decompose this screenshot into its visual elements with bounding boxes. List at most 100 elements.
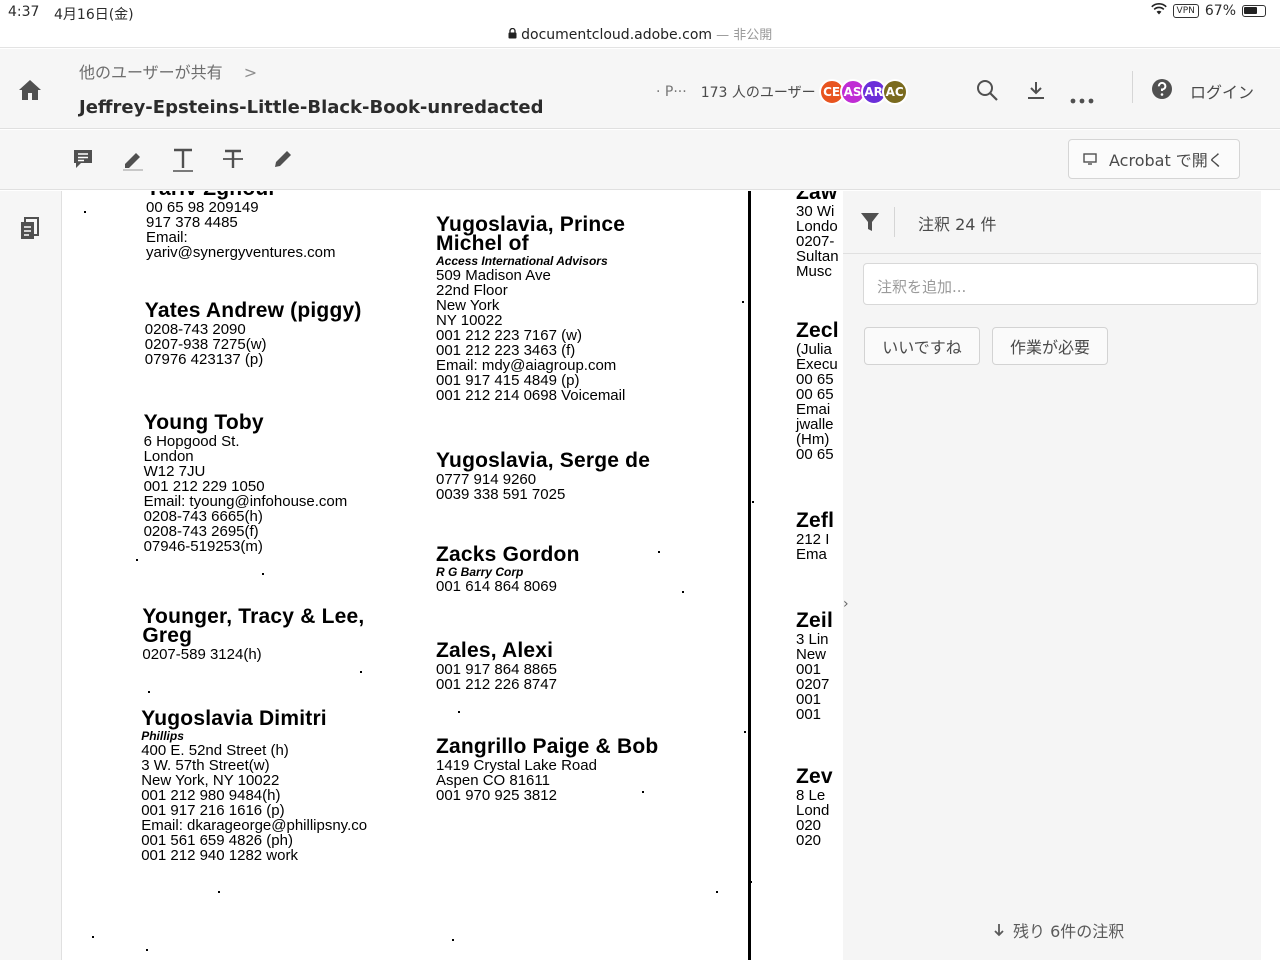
shared-users[interactable]: · P··· 173 人のユーザー CE AS AR AC [656,79,908,105]
contact-detail: 1419 Crystal Lake Road [436,757,597,774]
contact-name: Yariv Zghoul [146,191,335,199]
status-right: VPN 67% [1150,3,1266,19]
home-icon[interactable] [18,79,42,101]
contact-detail: 001 212 980 9484(h) [141,787,281,804]
contact-name: Zev [796,765,833,788]
open-in-acrobat-button[interactable]: Acrobat で開く [1068,139,1240,179]
contact-detail: 6 Hopgood St. [143,433,240,450]
scan-speck [218,891,220,893]
strikethrough-icon[interactable] [222,148,246,172]
contact-detail: 07976 423137 (p) [144,351,264,368]
url-text: documentcloud.adobe.com [521,27,713,43]
scan-speck [742,301,744,303]
contact-detail: 0039 338 591 7025 [436,486,566,503]
scan-speck [360,671,362,673]
avatar-ac[interactable]: AC [881,79,908,105]
scan-speck [92,936,94,938]
contact-detail: Execu [796,356,838,373]
remaining-comments[interactable]: 残り 6件の注釈 [993,918,1124,942]
add-comment-input[interactable]: 注釈を追加... [863,263,1258,305]
contact-detail: New York [436,297,500,314]
contact-name: Yugoslavia, Serge de [436,449,651,472]
collapse-panel-chevron[interactable]: › [843,596,849,612]
login-button[interactable]: ログイン [1190,79,1254,103]
contact-detail: Email: tyoung@infohouse.com [143,493,348,510]
battery-fill [1244,7,1257,14]
contact-detail: 3 Lin [796,631,829,648]
download-icon[interactable] [1025,81,1047,105]
scan-speck [682,591,684,593]
contact-detail: 001 917 415 4849 (p) [436,372,580,389]
header-divider [1132,71,1133,103]
contact-name: Yugoslavia, Prince Michel of [436,213,626,255]
contact-detail: Email: dkarageorge@phillipsny.co [141,817,368,834]
annotation-toolbar: Acrobat で開く [0,130,1280,190]
panel-divider [894,207,895,237]
contact-detail: 0207- [796,233,835,250]
breadcrumb-shared[interactable]: 他のユーザーが共有 [79,63,223,82]
action-required-chip[interactable]: 作業が必要 [992,327,1108,365]
contact-detail: New York, NY 10022 [141,772,280,789]
contact-name: Zales, Alexi [436,639,554,662]
status-date: 4月16日(金) [54,7,134,23]
battery-percent: 67% [1204,3,1236,19]
breadcrumb[interactable]: 他のユーザーが共有 > [79,59,257,83]
contact-detail: yariv@synergyventures.com [146,244,336,261]
contact-entry: Zeil 3 Lin New 001 0207 001 001 [796,610,833,723]
contact-name: Yugoslavia Dimitri [141,707,327,730]
contact-detail: 0207 [796,676,830,693]
contact-detail: 30 Wi [796,203,835,220]
contact-entry: Yugoslavia, Serge de 0777 914 9260 0039 33… [436,449,651,503]
contact-detail: 001 212 940 1282 work [141,847,298,864]
contact-detail: 00 65 [796,371,834,388]
contact-detail: 001 [796,691,822,708]
contact-detail: Email: mdy@aiagroup.com [436,357,617,374]
contact-detail: 020 [796,832,822,849]
avatar-group[interactable]: CE AS AR AC [818,79,908,105]
contact-detail: Email: [146,229,188,246]
contact-entry: Zales, Alexi 001 917 864 8865 001 212 226 … [436,639,557,692]
page-thumbnails-icon[interactable] [20,217,40,245]
contact-detail: 212 I [796,531,830,548]
highlight-icon[interactable] [121,148,145,172]
remaining-comments-label: 残り 6件の注釈 [1013,922,1125,941]
contact-detail: (Hm) [796,431,830,448]
wifi-icon [1150,3,1167,19]
contact-detail: 509 Madison Ave [436,267,551,284]
contact-detail: 001 [796,706,822,723]
scan-speck [146,949,148,951]
scan-speck [752,501,754,503]
scan-speck [642,791,644,793]
scan-speck [452,939,454,941]
add-text-icon[interactable] [172,148,196,172]
search-icon[interactable] [975,78,999,106]
contact-entry: Zefl 212 I Ema [796,509,835,563]
app-header: 他のユーザーが共有 > Jeffrey-Epsteins-Little-Blac… [0,49,1280,129]
contact-detail: Aspen CO 81611 [436,772,550,789]
comment-icon[interactable] [72,148,96,172]
contact-detail: 07946-519253(m) [143,538,263,555]
contact-detail: Lond [796,802,830,819]
scan-speck [658,551,660,553]
comments-panel: 注釈 24 件 注釈を追加... いいですね 作業が必要 › 残り 6件の注釈 [843,191,1261,960]
contact-detail: W12 7JU [143,463,206,480]
scan-speck [458,711,460,713]
help-icon[interactable] [1151,78,1173,104]
panel-separator [843,253,1261,254]
contact-detail: 001 212 229 1050 [143,478,265,495]
contact-name: Zecl [796,319,839,342]
more-icon[interactable] [1070,89,1094,108]
address-bar[interactable]: documentcloud.adobe.com — 非公開 [0,24,1280,43]
filter-icon[interactable] [860,211,880,237]
url-privacy: — 非公開 [712,28,773,43]
contact-name: Zangrillo Paige & Bob [436,735,659,758]
contact-detail: Ema [796,546,827,563]
battery-icon [1242,5,1266,17]
contact-detail: Sultan [796,248,839,265]
draw-pencil-icon[interactable] [272,148,296,172]
like-chip[interactable]: いいですね [864,327,980,365]
contact-detail: 00 65 [796,386,834,403]
scan-speck [716,891,718,893]
contact-entry: Zev 8 Le Lond 020 020 [796,765,833,849]
contact-name: Zefl [796,509,835,532]
